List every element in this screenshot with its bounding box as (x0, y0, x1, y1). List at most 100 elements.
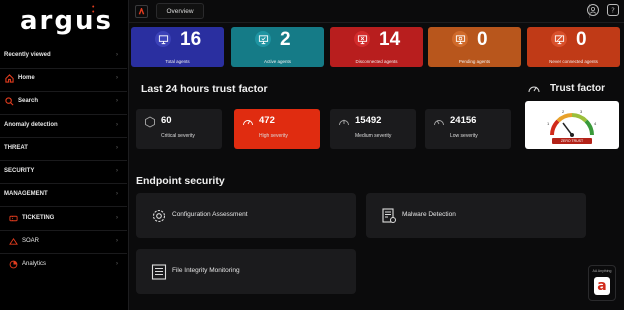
sidebar-item-label: MANAGEMENT (4, 191, 48, 197)
argus-logo[interactable]: argus (20, 6, 113, 36)
agent-count: 0 (477, 29, 488, 50)
analytics-icon (8, 259, 18, 269)
sidebar-item-label: TICKETING (22, 215, 55, 221)
total-agents-card[interactable]: 16 Total agents (131, 27, 224, 67)
user-profile-icon[interactable] (587, 4, 599, 16)
help-icon[interactable]: ? (607, 4, 619, 16)
agent-count: 16 (180, 29, 202, 50)
home-icon (4, 73, 14, 83)
gauge-tick: 4 (594, 121, 597, 126)
assistant-label: AA Anything (592, 269, 612, 273)
monitor-pending-icon (452, 31, 468, 47)
medium-severity-card[interactable]: 15492 Medium severity (330, 109, 416, 149)
top-bar: Overview ? (129, 0, 624, 23)
endpoint-card-label: Configuration Assessment (172, 211, 248, 218)
zero-trust-badge: ZERO TRUST (552, 138, 592, 144)
endpoint-security-heading: Endpoint security (136, 175, 225, 187)
sidebar-item-label: Recently viewed (4, 52, 51, 58)
low-severity-card[interactable]: 24156 Low severity (425, 109, 511, 149)
chevron-right-icon: › (116, 191, 118, 197)
active-agents-card[interactable]: 2 Active agents (231, 27, 324, 67)
file-integrity-monitoring-card[interactable]: File Integrity Monitoring (136, 249, 356, 294)
monitor-check-icon (255, 31, 271, 47)
sidebar-item-label: Anomaly detection (4, 122, 58, 128)
speedometer-icon (433, 115, 445, 127)
chevron-right-icon: › (116, 98, 118, 104)
endpoint-card-label: Malware Detection (402, 211, 456, 218)
argus-tab-icon[interactable] (135, 5, 148, 18)
severity-count: 60 (161, 115, 172, 126)
severity-label: High severity (259, 133, 288, 139)
malware-doc-icon (380, 207, 398, 225)
monitor-disconnected-icon (354, 31, 370, 47)
chevron-right-icon: › (116, 75, 118, 81)
sidebar-item-label: Search (18, 98, 39, 104)
chevron-right-icon: › (116, 261, 118, 267)
gauge-tick: 2 (562, 109, 565, 114)
hexagon-alert-icon (144, 115, 156, 128)
trust-gauge (550, 113, 594, 137)
sidebar-item-ticketing[interactable]: TICKETING › (8, 209, 122, 227)
sidebar-item-security[interactable]: SECURITY › (4, 162, 122, 180)
high-severity-card[interactable]: 472 High severity (234, 109, 320, 149)
agent-card-label: Total agents (165, 59, 190, 64)
argus-a-icon: a (594, 277, 610, 295)
svg-text:?: ? (611, 7, 615, 15)
speedometer-icon (338, 115, 350, 127)
sidebar-item-management[interactable]: MANAGEMENT › (4, 185, 122, 203)
ask-assistant-button[interactable]: AA Anything a (588, 265, 616, 301)
sidebar-item-threat[interactable]: THREAT › (4, 139, 122, 157)
pending-agents-card[interactable]: 0 Pending agents (428, 27, 521, 67)
configuration-assessment-card[interactable]: Configuration Assessment (136, 193, 356, 238)
agent-card-label: Disconnected agents (355, 59, 398, 64)
ticket-icon (8, 213, 18, 223)
speedometer-icon (242, 115, 254, 127)
file-list-icon (150, 263, 168, 281)
chevron-right-icon: › (116, 145, 118, 151)
gauge-tick: 3 (580, 109, 583, 114)
agent-card-label: Never connected agents (549, 59, 598, 64)
agent-count: 0 (576, 29, 587, 50)
severity-count: 472 (259, 115, 275, 126)
gauge-tick: 1 (547, 121, 550, 126)
tab-overview[interactable]: Overview (156, 3, 204, 19)
sidebar-item-label: SOAR (22, 238, 40, 244)
disconnected-agents-card[interactable]: 14 Disconnected agents (330, 27, 423, 67)
severity-label: Low severity (450, 133, 478, 139)
monitor-icon (155, 31, 171, 47)
sidebar-item-recently-viewed[interactable]: Recently viewed › (4, 46, 122, 64)
chevron-right-icon: › (116, 122, 118, 128)
agent-count: 2 (280, 29, 291, 50)
sidebar-item-label: Analytics (22, 261, 47, 267)
endpoint-card-label: File Integrity Monitoring (172, 267, 240, 274)
sidebar: argus • • Recently viewed › Home › Search… (0, 0, 129, 310)
never-connected-agents-card[interactable]: 0 Never connected agents (527, 27, 620, 67)
chevron-right-icon: › (116, 215, 118, 221)
severity-count: 15492 (355, 115, 382, 126)
agent-count: 14 (379, 29, 401, 50)
severity-count: 24156 (450, 115, 477, 126)
sidebar-item-analytics[interactable]: Analytics › (8, 255, 122, 273)
critical-severity-card[interactable]: 60 Critical severity (136, 109, 222, 149)
sidebar-item-label: Home (18, 75, 35, 81)
trust-factor-gauge-panel: 1 2 3 4 ZERO TRUST (525, 101, 619, 149)
logo-signal-icon: • • (92, 4, 95, 16)
malware-detection-card[interactable]: Malware Detection (366, 193, 586, 238)
sidebar-item-label: SECURITY (4, 168, 35, 174)
monitor-never-icon (551, 31, 567, 47)
chevron-right-icon: › (116, 168, 118, 174)
agent-card-label: Active agents (263, 59, 291, 64)
search-icon (4, 96, 14, 106)
severity-label: Critical severity (161, 133, 195, 139)
trust-factor-panel-title: Trust factor (550, 83, 606, 94)
sidebar-item-anomaly-detection[interactable]: Anomaly detection › (4, 116, 122, 134)
trust-factor-heading: Last 24 hours trust factor (141, 83, 268, 95)
sidebar-item-soar[interactable]: SOAR › (8, 232, 122, 250)
sidebar-item-home[interactable]: Home › (4, 69, 122, 87)
severity-label: Medium severity (355, 133, 392, 139)
gear-icon (150, 207, 168, 225)
agent-card-label: Pending agents (458, 59, 491, 64)
sidebar-item-search[interactable]: Search › (4, 92, 122, 110)
chevron-right-icon: › (116, 52, 118, 58)
gauge-icon (527, 82, 541, 96)
